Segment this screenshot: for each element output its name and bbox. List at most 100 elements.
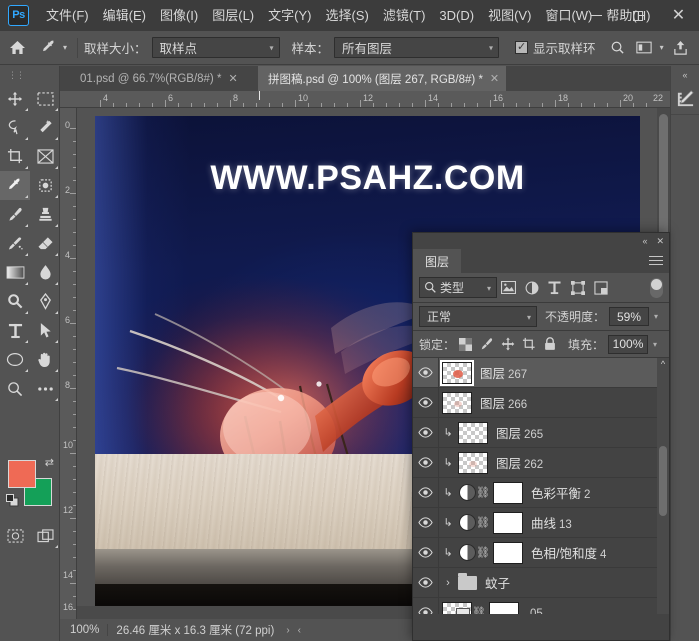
sample-select[interactable]: 所有图层 ▾ — [334, 37, 500, 58]
share-button[interactable] — [668, 35, 694, 61]
menu-image[interactable]: 图像(I) — [153, 0, 205, 31]
menu-filter[interactable]: 滤镜(T) — [376, 0, 433, 31]
close-button[interactable]: ✕ — [658, 0, 699, 31]
layer-thumbnail[interactable] — [440, 359, 474, 386]
workspace-button[interactable] — [631, 35, 657, 61]
chevron-down-icon[interactable]: ▾ — [660, 43, 664, 52]
link-mask-icon[interactable]: ⛓ — [476, 546, 490, 559]
lasso-tool[interactable] — [0, 113, 30, 142]
foreground-color-swatch[interactable] — [8, 460, 36, 488]
menu-3d[interactable]: 3D(D) — [432, 0, 481, 31]
maximize-button[interactable] — [617, 0, 658, 31]
table-row[interactable]: ↳ ⛓ 色相/饱和度 4 — [413, 537, 669, 568]
scroll-up-icon[interactable]: ^ — [657, 358, 669, 370]
quick-mask-button[interactable] — [0, 521, 30, 550]
filter-type-select[interactable]: 类型 ▾ — [419, 277, 497, 298]
lock-transparent-pixels-button[interactable] — [455, 334, 476, 354]
layer-visibility-toggle[interactable] — [413, 477, 439, 508]
collapse-icon[interactable]: « — [642, 236, 647, 246]
layer-visibility-toggle[interactable] — [413, 387, 439, 418]
swap-colors-icon[interactable]: ⇄ — [45, 456, 54, 469]
adjustment-layer-icon[interactable] — [459, 484, 476, 501]
menu-edit[interactable]: 编辑(E) — [96, 0, 153, 31]
status-collapse-arrow[interactable]: ‹ — [294, 625, 305, 636]
filter-type-button[interactable] — [543, 277, 566, 299]
filter-enable-toggle[interactable] — [650, 277, 663, 298]
layer-mask-thumbnail[interactable] — [493, 481, 523, 504]
status-expand-arrow[interactable]: › — [282, 625, 293, 636]
layer-mask-thumbnail[interactable] — [493, 541, 523, 564]
lock-image-pixels-button[interactable] — [476, 334, 497, 354]
tab-doc-01[interactable]: 01.psd @ 66.7%(RGB/8#) * ✕ — [70, 66, 245, 91]
adjustment-layer-icon[interactable] — [459, 514, 476, 531]
close-icon[interactable]: ✕ — [228, 72, 237, 85]
filter-smartobject-button[interactable] — [589, 277, 612, 299]
group-folder-icon[interactable] — [458, 572, 477, 590]
adjustment-layer-icon[interactable] — [459, 544, 476, 561]
lock-artboard-button[interactable] — [518, 334, 539, 354]
current-tool-picker[interactable]: ▾ — [38, 37, 71, 59]
hand-tool[interactable] — [30, 345, 60, 374]
history-brush-tool[interactable] — [0, 229, 30, 258]
collapse-panel-icon[interactable]: « — [671, 66, 699, 83]
marquee-tool[interactable] — [30, 84, 60, 113]
pen-tool[interactable] — [30, 287, 60, 316]
table-row[interactable]: ↳ ⛓ 色彩平衡 2 — [413, 477, 669, 508]
blur-tool[interactable] — [30, 258, 60, 287]
layer-visibility-toggle[interactable] — [413, 537, 439, 568]
crop-tool[interactable] — [0, 142, 30, 171]
menu-select[interactable]: 选择(S) — [318, 0, 375, 31]
layer-mask-thumbnail[interactable] — [489, 601, 519, 614]
frame-tool[interactable] — [30, 142, 60, 171]
table-row[interactable]: 图层 266 — [413, 387, 669, 418]
vertical-ruler[interactable]: 0 2 4 6 8 10 12 14 16 — [60, 108, 77, 619]
menu-type[interactable]: 文字(Y) — [261, 0, 318, 31]
layers-list[interactable]: 图层 267 图层 266 ↳ 图层 265 ↳ 图层 262 ↳ ⛓ 色彩平衡… — [413, 358, 669, 614]
close-icon[interactable]: ✕ — [656, 236, 664, 247]
panel-grip[interactable]: ⋮⋮ — [8, 70, 25, 81]
layer-visibility-toggle[interactable] — [413, 597, 439, 614]
horizontal-ruler[interactable]: 4 6 8 10 12 14 16 18 20 22 — [60, 91, 670, 108]
table-row[interactable]: ↳ 图层 262 — [413, 447, 669, 478]
zoom-level[interactable]: 100% — [60, 624, 107, 636]
dodge-tool[interactable] — [0, 287, 30, 316]
home-button[interactable] — [0, 40, 34, 55]
eraser-tool[interactable] — [30, 229, 60, 258]
tab-layers[interactable]: 图层 — [413, 249, 462, 273]
link-mask-icon[interactable]: ⛓ — [476, 486, 490, 499]
show-sampling-ring-checkbox[interactable]: ✓ 显示取样环 — [515, 38, 601, 57]
blend-mode-select[interactable]: 正常 ▾ — [419, 306, 537, 327]
link-mask-icon[interactable]: ⛓ — [472, 606, 486, 614]
move-tool[interactable] — [0, 84, 30, 113]
table-row[interactable]: ↳ ⛓ 曲线 13 — [413, 507, 669, 538]
measure-log-panel-button[interactable] — [671, 83, 699, 115]
layer-visibility-toggle[interactable] — [413, 507, 439, 538]
path-selection-tool[interactable] — [30, 316, 60, 345]
layer-visibility-toggle[interactable] — [413, 447, 439, 478]
ellipse-tool[interactable] — [0, 345, 30, 374]
minimize-button[interactable] — [576, 0, 617, 31]
filter-adjustment-button[interactable] — [520, 277, 543, 299]
search-button[interactable] — [605, 35, 631, 61]
gradient-tool[interactable] — [0, 258, 30, 287]
table-row[interactable]: 图层 267 — [413, 358, 669, 388]
link-mask-icon[interactable]: ⛓ — [476, 516, 490, 529]
sample-size-select[interactable]: 取样点 ▾ — [151, 37, 280, 58]
chevron-down-icon[interactable]: ▾ — [653, 340, 657, 349]
layer-mask-thumbnail[interactable] — [493, 511, 523, 534]
default-colors-icon[interactable] — [6, 494, 19, 512]
close-icon[interactable]: ✕ — [490, 72, 499, 85]
zoom-tool[interactable] — [0, 374, 30, 403]
layer-thumbnail[interactable] — [458, 451, 488, 474]
table-row[interactable]: › 蚊子 — [413, 567, 669, 598]
filter-shape-button[interactable] — [566, 277, 589, 299]
type-tool[interactable] — [0, 316, 30, 345]
screen-mode-button[interactable] — [30, 521, 60, 550]
layer-thumbnail[interactable] — [458, 421, 488, 444]
layer-thumbnail[interactable] — [442, 601, 472, 614]
menu-view[interactable]: 视图(V) — [481, 0, 538, 31]
menu-layer[interactable]: 图层(L) — [205, 0, 261, 31]
lock-all-button[interactable] — [539, 334, 560, 354]
scrollbar-thumb[interactable] — [659, 446, 667, 516]
layer-visibility-toggle[interactable] — [413, 567, 439, 598]
